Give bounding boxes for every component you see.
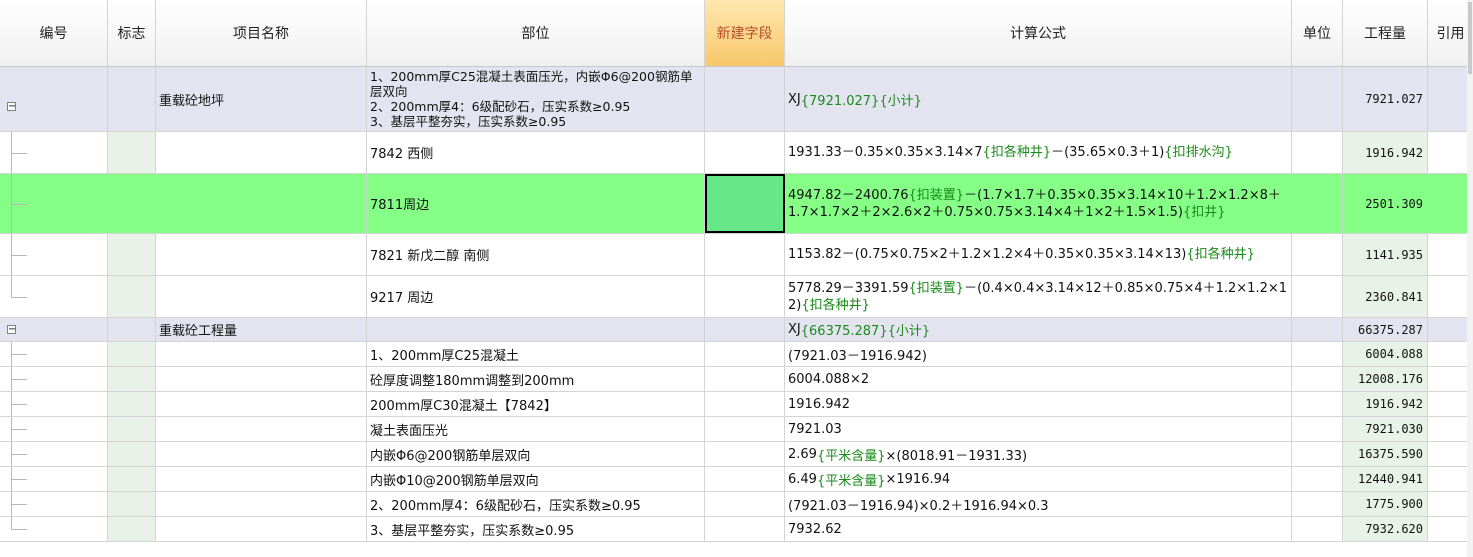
qty-cell[interactable]: 7921.030 [1343, 417, 1428, 441]
part-cell[interactable]: 内嵌Φ6@200钢筋单层双向 [367, 442, 705, 466]
formula-cell[interactable]: 5778.29－3391.59{扣装置}－(0.4×0.4×3.14×12＋0.… [785, 276, 1292, 317]
formula-cell[interactable]: 6.49 {平米含量} ×1916.94 [785, 467, 1292, 491]
qty-cell[interactable]: 7932.620 [1343, 517, 1428, 541]
item-name[interactable]: 重载砼地坪 [156, 67, 367, 131]
formula-cell[interactable]: 2.69 {平米含量} ×(8018.91－1931.33) [785, 442, 1292, 466]
tree-line [0, 174, 107, 233]
col-header-formula[interactable]: 计算公式 [785, 0, 1292, 66]
tree-line [0, 467, 107, 491]
table-row[interactable]: 200mm厚C30混凝土【7842】 1916.942 1916.942 [0, 392, 1473, 417]
tree-line [0, 132, 107, 173]
table-row[interactable]: 7821 新戊二醇 南侧 1153.82－(0.75×0.75×2＋1.2×1.… [0, 234, 1473, 276]
part-cell[interactable]: 砼厚度调整180mm调整到200mm [367, 367, 705, 391]
qty-cell[interactable]: 12440.941 [1343, 467, 1428, 491]
tree-line [0, 392, 107, 416]
group-row[interactable]: − 重载砼工程量 XJ {66375.287}{小计} 66375.287 [0, 318, 1473, 342]
qty-cell[interactable]: 1916.942 [1343, 392, 1428, 416]
part-cell[interactable]: 7821 新戊二醇 南侧 [367, 234, 705, 275]
col-header-name[interactable]: 项目名称 [156, 0, 367, 66]
formula-cell[interactable]: 6004.088×2 [785, 367, 1292, 391]
col-header-qty[interactable]: 工程量 [1343, 0, 1428, 66]
tree-line [0, 517, 107, 541]
tree-line [0, 342, 107, 366]
part-cell[interactable]: 内嵌Φ10@200钢筋单层双向 [367, 467, 705, 491]
table-row[interactable]: 7842 西侧 1931.33－0.35×0.35×3.14×7{扣各种井}－(… [0, 132, 1473, 174]
tree-line [0, 417, 107, 441]
part-cell[interactable]: 3、基层平整夯实，压实系数≥0.95 [367, 517, 705, 541]
tree-line [0, 276, 107, 317]
qty-cell[interactable]: 1916.942 [1343, 132, 1428, 173]
table-row[interactable]: 内嵌Φ6@200钢筋单层双向 2.69 {平米含量} ×(8018.91－1931.3… [0, 442, 1473, 467]
part-cell[interactable]: 7811周边 [367, 174, 705, 233]
part-cell[interactable] [367, 318, 705, 341]
part-cell[interactable]: 凝土表面压光 [367, 417, 705, 441]
formula-cell[interactable]: 1153.82－(0.75×0.75×2＋1.2×1.2×4＋0.35×0.35… [785, 234, 1292, 275]
table-row[interactable]: 1、200mm厚C25混凝土 (7921.03－1916.942) 6004.088 [0, 342, 1473, 367]
table-row[interactable]: 2、200mm厚4：6级配砂石，压实系数≥0.95 (7921.03－1916.9… [0, 492, 1473, 517]
formula-cell[interactable]: 7932.62 [785, 517, 1292, 541]
col-header-flag[interactable]: 标志 [108, 0, 156, 66]
tree-line [0, 492, 107, 516]
col-header-part[interactable]: 部位 [367, 0, 705, 66]
table-row-selected[interactable]: 7811周边 4947.82－2400.76{扣装置}－(1.7×1.7＋0.3… [0, 174, 1473, 234]
qty-cell[interactable]: 12008.176 [1343, 367, 1428, 391]
col-header-code[interactable]: 编号 [0, 0, 108, 66]
part-cell[interactable]: 200mm厚C30混凝土【7842】 [367, 392, 705, 416]
tree-line [0, 442, 107, 466]
scrollbar-thumb[interactable] [1468, 2, 1472, 74]
qty-cell[interactable]: 6004.088 [1343, 342, 1428, 366]
table-row[interactable]: 3、基层平整夯实，压实系数≥0.95 7932.62 7932.620 [0, 517, 1473, 542]
table-row[interactable]: 凝土表面压光 7921.03 7921.030 [0, 417, 1473, 442]
formula-cell[interactable]: (7921.03－1916.942) [785, 342, 1292, 366]
quantity-grid: 编号 标志 项目名称 部位 新建字段 计算公式 单位 工程量 引用 − 重载砼地… [0, 0, 1473, 557]
qty-cell[interactable]: 2501.309 [1343, 174, 1428, 233]
part-cell[interactable]: 7842 西侧 [367, 132, 705, 173]
part-cell[interactable]: 1、200mm厚C25混凝土表面压光，内嵌Φ6@200钢筋单层双向 2、200m… [367, 67, 705, 131]
grid-header: 编号 标志 项目名称 部位 新建字段 计算公式 单位 工程量 引用 [0, 0, 1473, 67]
formula-cell[interactable]: XJ {7921.027}{小计} [785, 67, 1292, 131]
collapse-toggle-icon[interactable]: − [7, 325, 16, 335]
formula-cell[interactable]: 1931.33－0.35×0.35×3.14×7{扣各种井}－(35.65×0.… [785, 132, 1292, 173]
formula-cell[interactable]: 1916.942 [785, 392, 1292, 416]
qty-cell[interactable]: 16375.590 [1343, 442, 1428, 466]
table-row[interactable]: 砼厚度调整180mm调整到200mm 6004.088×2 12008.176 [0, 367, 1473, 392]
formula-cell[interactable]: XJ {66375.287}{小计} [785, 318, 1292, 341]
qty-cell[interactable]: 1141.935 [1343, 234, 1428, 275]
col-header-new-field[interactable]: 新建字段 [705, 0, 785, 66]
selected-cell[interactable] [705, 174, 785, 233]
group-row[interactable]: − 重载砼地坪 1、200mm厚C25混凝土表面压光，内嵌Φ6@200钢筋单层双… [0, 67, 1473, 132]
qty-cell[interactable]: 66375.287 [1343, 318, 1428, 341]
tree-line [0, 234, 107, 275]
qty-cell[interactable]: 1775.900 [1343, 492, 1428, 516]
qty-cell[interactable]: 2360.841 [1343, 276, 1428, 317]
table-row[interactable]: 9217 周边 5778.29－3391.59{扣装置}－(0.4×0.4×3.… [0, 276, 1473, 318]
item-name[interactable]: 重载砼工程量 [156, 318, 367, 341]
part-cell[interactable]: 1、200mm厚C25混凝土 [367, 342, 705, 366]
collapse-toggle-icon[interactable]: − [7, 102, 16, 112]
part-cell[interactable]: 9217 周边 [367, 276, 705, 317]
formula-cell[interactable]: 7921.03 [785, 417, 1292, 441]
part-cell[interactable]: 2、200mm厚4：6级配砂石，压实系数≥0.95 [367, 492, 705, 516]
vertical-scrollbar[interactable] [1467, 0, 1473, 557]
formula-cell[interactable]: (7921.03－1916.94)×0.2＋1916.94×0.3 [785, 492, 1292, 516]
qty-cell[interactable]: 7921.027 [1343, 67, 1428, 131]
formula-cell[interactable]: 4947.82－2400.76{扣装置}－(1.7×1.7＋0.35×0.35×… [785, 174, 1292, 233]
col-header-unit[interactable]: 单位 [1292, 0, 1343, 66]
table-row[interactable]: 内嵌Φ10@200钢筋单层双向 6.49 {平米含量} ×1916.94 12440.9… [0, 467, 1473, 492]
tree-line [0, 367, 107, 391]
